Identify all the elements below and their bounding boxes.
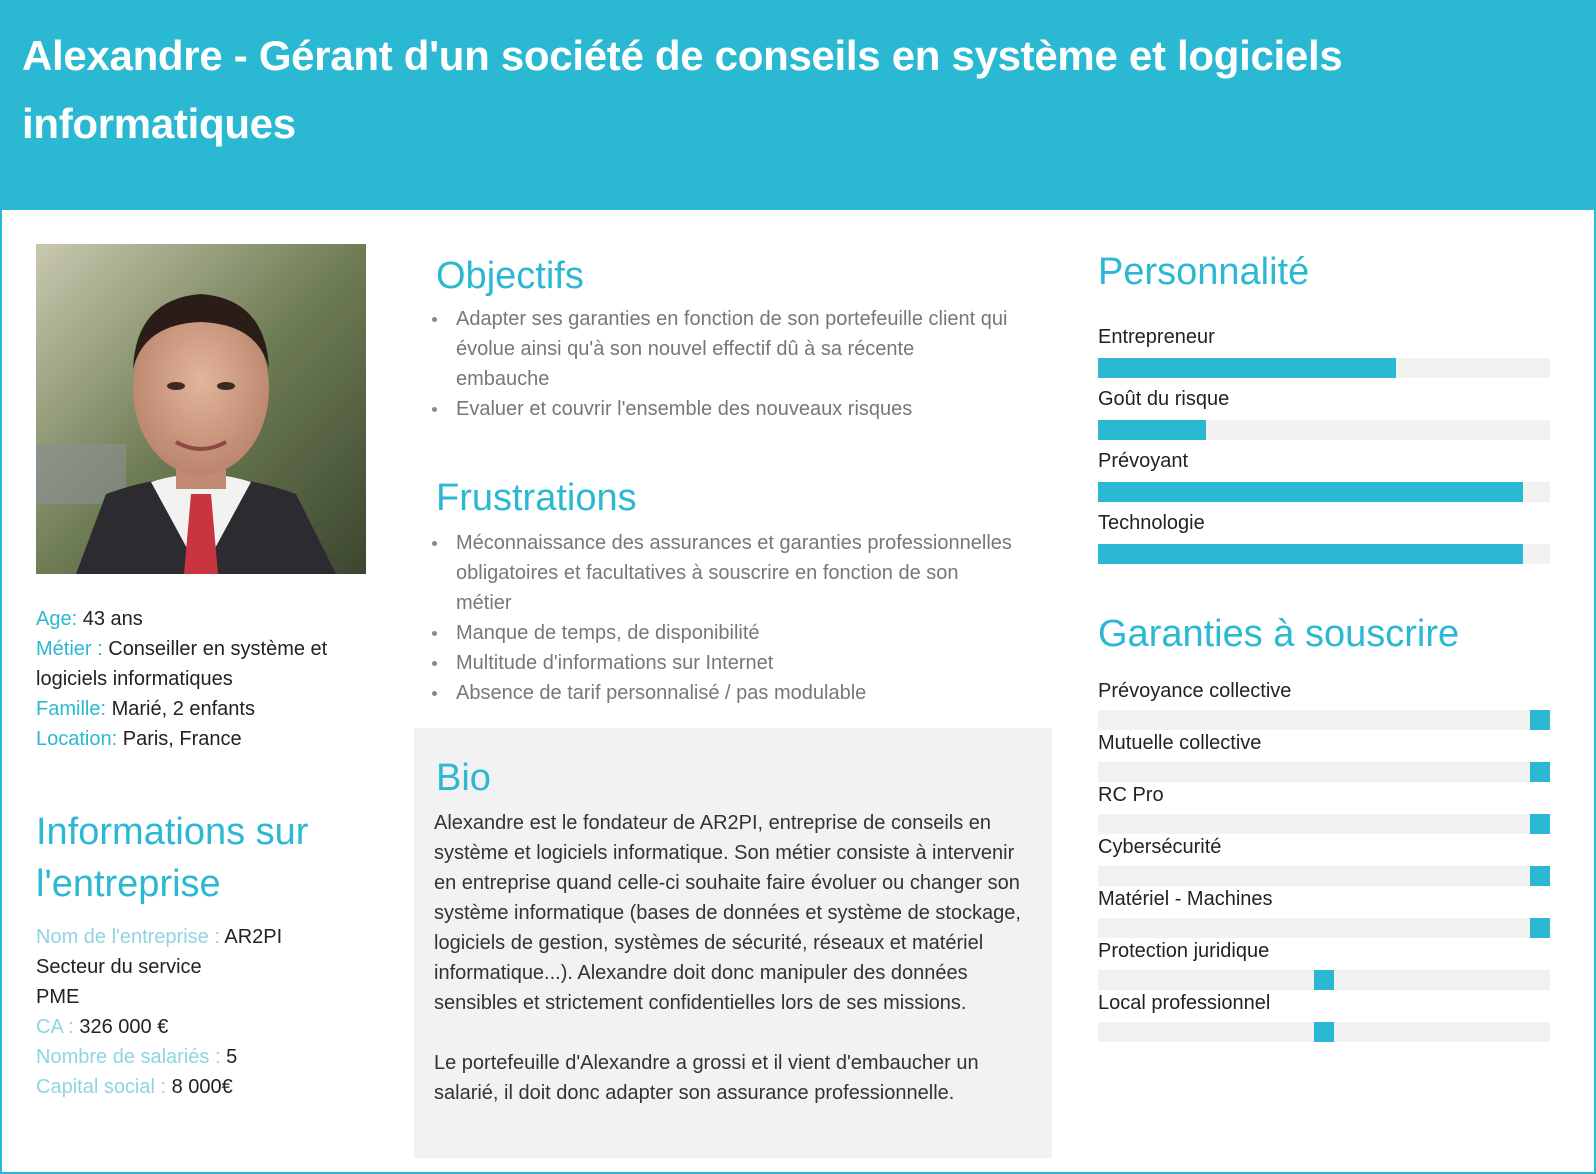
garantie-marker bbox=[1530, 814, 1550, 834]
portrait-image bbox=[36, 244, 366, 574]
ca-value: 326 000 € bbox=[73, 1016, 169, 1038]
trait-bar-fill bbox=[1098, 482, 1523, 502]
garantie-label-protection-juridique: Protection juridique bbox=[1098, 940, 1270, 962]
company-section-title: Informations sur l'entreprise bbox=[36, 806, 308, 910]
trait-bar-fill bbox=[1098, 358, 1396, 378]
profile-photo bbox=[36, 244, 366, 574]
list-item: Méconnaissance des assurances et garanti… bbox=[432, 528, 1012, 618]
metier-label: Métier : bbox=[36, 638, 103, 660]
garantie-bar-protection-juridique bbox=[1098, 970, 1550, 990]
objectifs-list: Adapter ses garanties en fonction de son… bbox=[432, 304, 1012, 424]
garantie-bar-cybersecurite bbox=[1098, 866, 1550, 886]
trait-bar-gout-du-risque bbox=[1098, 420, 1550, 440]
age-label: Age: bbox=[36, 608, 78, 630]
company-name-value: AR2PI bbox=[219, 926, 283, 948]
age-value: 43 ans bbox=[77, 608, 143, 630]
trait-label-gout-du-risque: Goût du risque bbox=[1098, 388, 1230, 410]
objectifs-title: Objectifs bbox=[436, 255, 584, 297]
ca-label: CA : bbox=[36, 1016, 74, 1038]
garantie-marker bbox=[1530, 762, 1550, 782]
capital-row: Capital social : 8 000€ bbox=[36, 1072, 366, 1102]
page-header: Alexandre - Gérant d'un société de conse… bbox=[0, 0, 1596, 210]
garantie-bar-materiel bbox=[1098, 918, 1550, 938]
location-row: Location: Paris, France bbox=[36, 724, 366, 754]
garantie-bar-prevoyance bbox=[1098, 710, 1550, 730]
list-item: Multitude d'informations sur Internet bbox=[432, 648, 1012, 678]
company-title-line2: l'entreprise bbox=[36, 863, 221, 905]
garantie-bar-rc-pro bbox=[1098, 814, 1550, 834]
famille-row: Famille: Marié, 2 enfants bbox=[36, 694, 366, 724]
bio-paragraph: Alexandre est le fondateur de AR2PI, ent… bbox=[434, 812, 1021, 1014]
page-title: Alexandre - Gérant d'un société de conse… bbox=[22, 32, 1343, 147]
bio-paragraph: Le portefeuille d'Alexandre a grossi et … bbox=[434, 1052, 979, 1104]
garantie-marker bbox=[1530, 918, 1550, 938]
garantie-marker bbox=[1530, 710, 1550, 730]
company-secteur: Secteur du service bbox=[36, 956, 202, 978]
bio-text: Alexandre est le fondateur de AR2PI, ent… bbox=[434, 808, 1034, 1138]
garantie-marker bbox=[1314, 970, 1334, 990]
famille-value: Marié, 2 enfants bbox=[106, 698, 255, 720]
garantie-label-cybersecurite: Cybersécurité bbox=[1098, 836, 1222, 858]
age-row: Age: 43 ans bbox=[36, 604, 366, 634]
salaries-value: 5 bbox=[220, 1046, 238, 1068]
garantie-bar-local-professionnel bbox=[1098, 1022, 1550, 1042]
garantie-marker bbox=[1314, 1022, 1334, 1042]
garantie-marker bbox=[1530, 866, 1550, 886]
salaries-row: Nombre de salariés : 5 bbox=[36, 1042, 366, 1072]
company-name-label: Nom de l'entreprise : bbox=[36, 926, 220, 948]
trait-bar-fill bbox=[1098, 544, 1523, 564]
trait-bar-fill bbox=[1098, 420, 1206, 440]
garantie-label-mutuelle: Mutuelle collective bbox=[1098, 732, 1262, 754]
trait-label-technologie: Technologie bbox=[1098, 512, 1205, 534]
garantie-label-materiel: Matériel - Machines bbox=[1098, 888, 1273, 910]
trait-bar-prevoyant bbox=[1098, 482, 1550, 502]
garantie-label-rc-pro: RC Pro bbox=[1098, 784, 1164, 806]
metier-row: Métier : Conseiller en système et logici… bbox=[36, 634, 366, 694]
personnalite-title: Personnalité bbox=[1098, 251, 1310, 293]
trait-bar-entrepreneur bbox=[1098, 358, 1550, 378]
garantie-bar-mutuelle bbox=[1098, 762, 1550, 782]
company-name-row: Nom de l'entreprise : AR2PI bbox=[36, 922, 366, 952]
company-taille: PME bbox=[36, 986, 80, 1008]
list-item: Absence de tarif personnalisé / pas modu… bbox=[432, 678, 1012, 708]
list-item: Adapter ses garanties en fonction de son… bbox=[432, 304, 1012, 394]
trait-label-prevoyant: Prévoyant bbox=[1098, 450, 1189, 472]
company-info: Nom de l'entreprise : AR2PI Secteur du s… bbox=[36, 922, 366, 1102]
location-value: Paris, France bbox=[117, 728, 242, 750]
trait-label-entrepreneur: Entrepreneur bbox=[1098, 326, 1215, 348]
location-label: Location: bbox=[36, 728, 118, 750]
list-item: Manque de temps, de disponibilité bbox=[432, 618, 1012, 648]
garantie-label-local-professionnel: Local professionnel bbox=[1098, 992, 1271, 1014]
frustrations-title: Frustrations bbox=[436, 477, 637, 519]
frustrations-list: Méconnaissance des assurances et garanti… bbox=[432, 528, 1012, 708]
bio-title: Bio bbox=[436, 757, 491, 799]
ca-row: CA : 326 000 € bbox=[36, 1012, 366, 1042]
garantie-label-prevoyance: Prévoyance collective bbox=[1098, 680, 1292, 702]
profile-info: Age: 43 ans Métier : Conseiller en systè… bbox=[36, 604, 366, 754]
list-item: Evaluer et couvrir l'ensemble des nouvea… bbox=[432, 394, 1012, 424]
company-title-line1: Informations sur bbox=[36, 811, 309, 853]
salaries-label: Nombre de salariés : bbox=[36, 1046, 221, 1068]
garanties-title: Garanties à souscrire bbox=[1098, 613, 1460, 655]
capital-label: Capital social : bbox=[36, 1076, 167, 1098]
capital-value: 8 000€ bbox=[166, 1076, 233, 1098]
trait-bar-technologie bbox=[1098, 544, 1550, 564]
famille-label: Famille: bbox=[36, 698, 107, 720]
